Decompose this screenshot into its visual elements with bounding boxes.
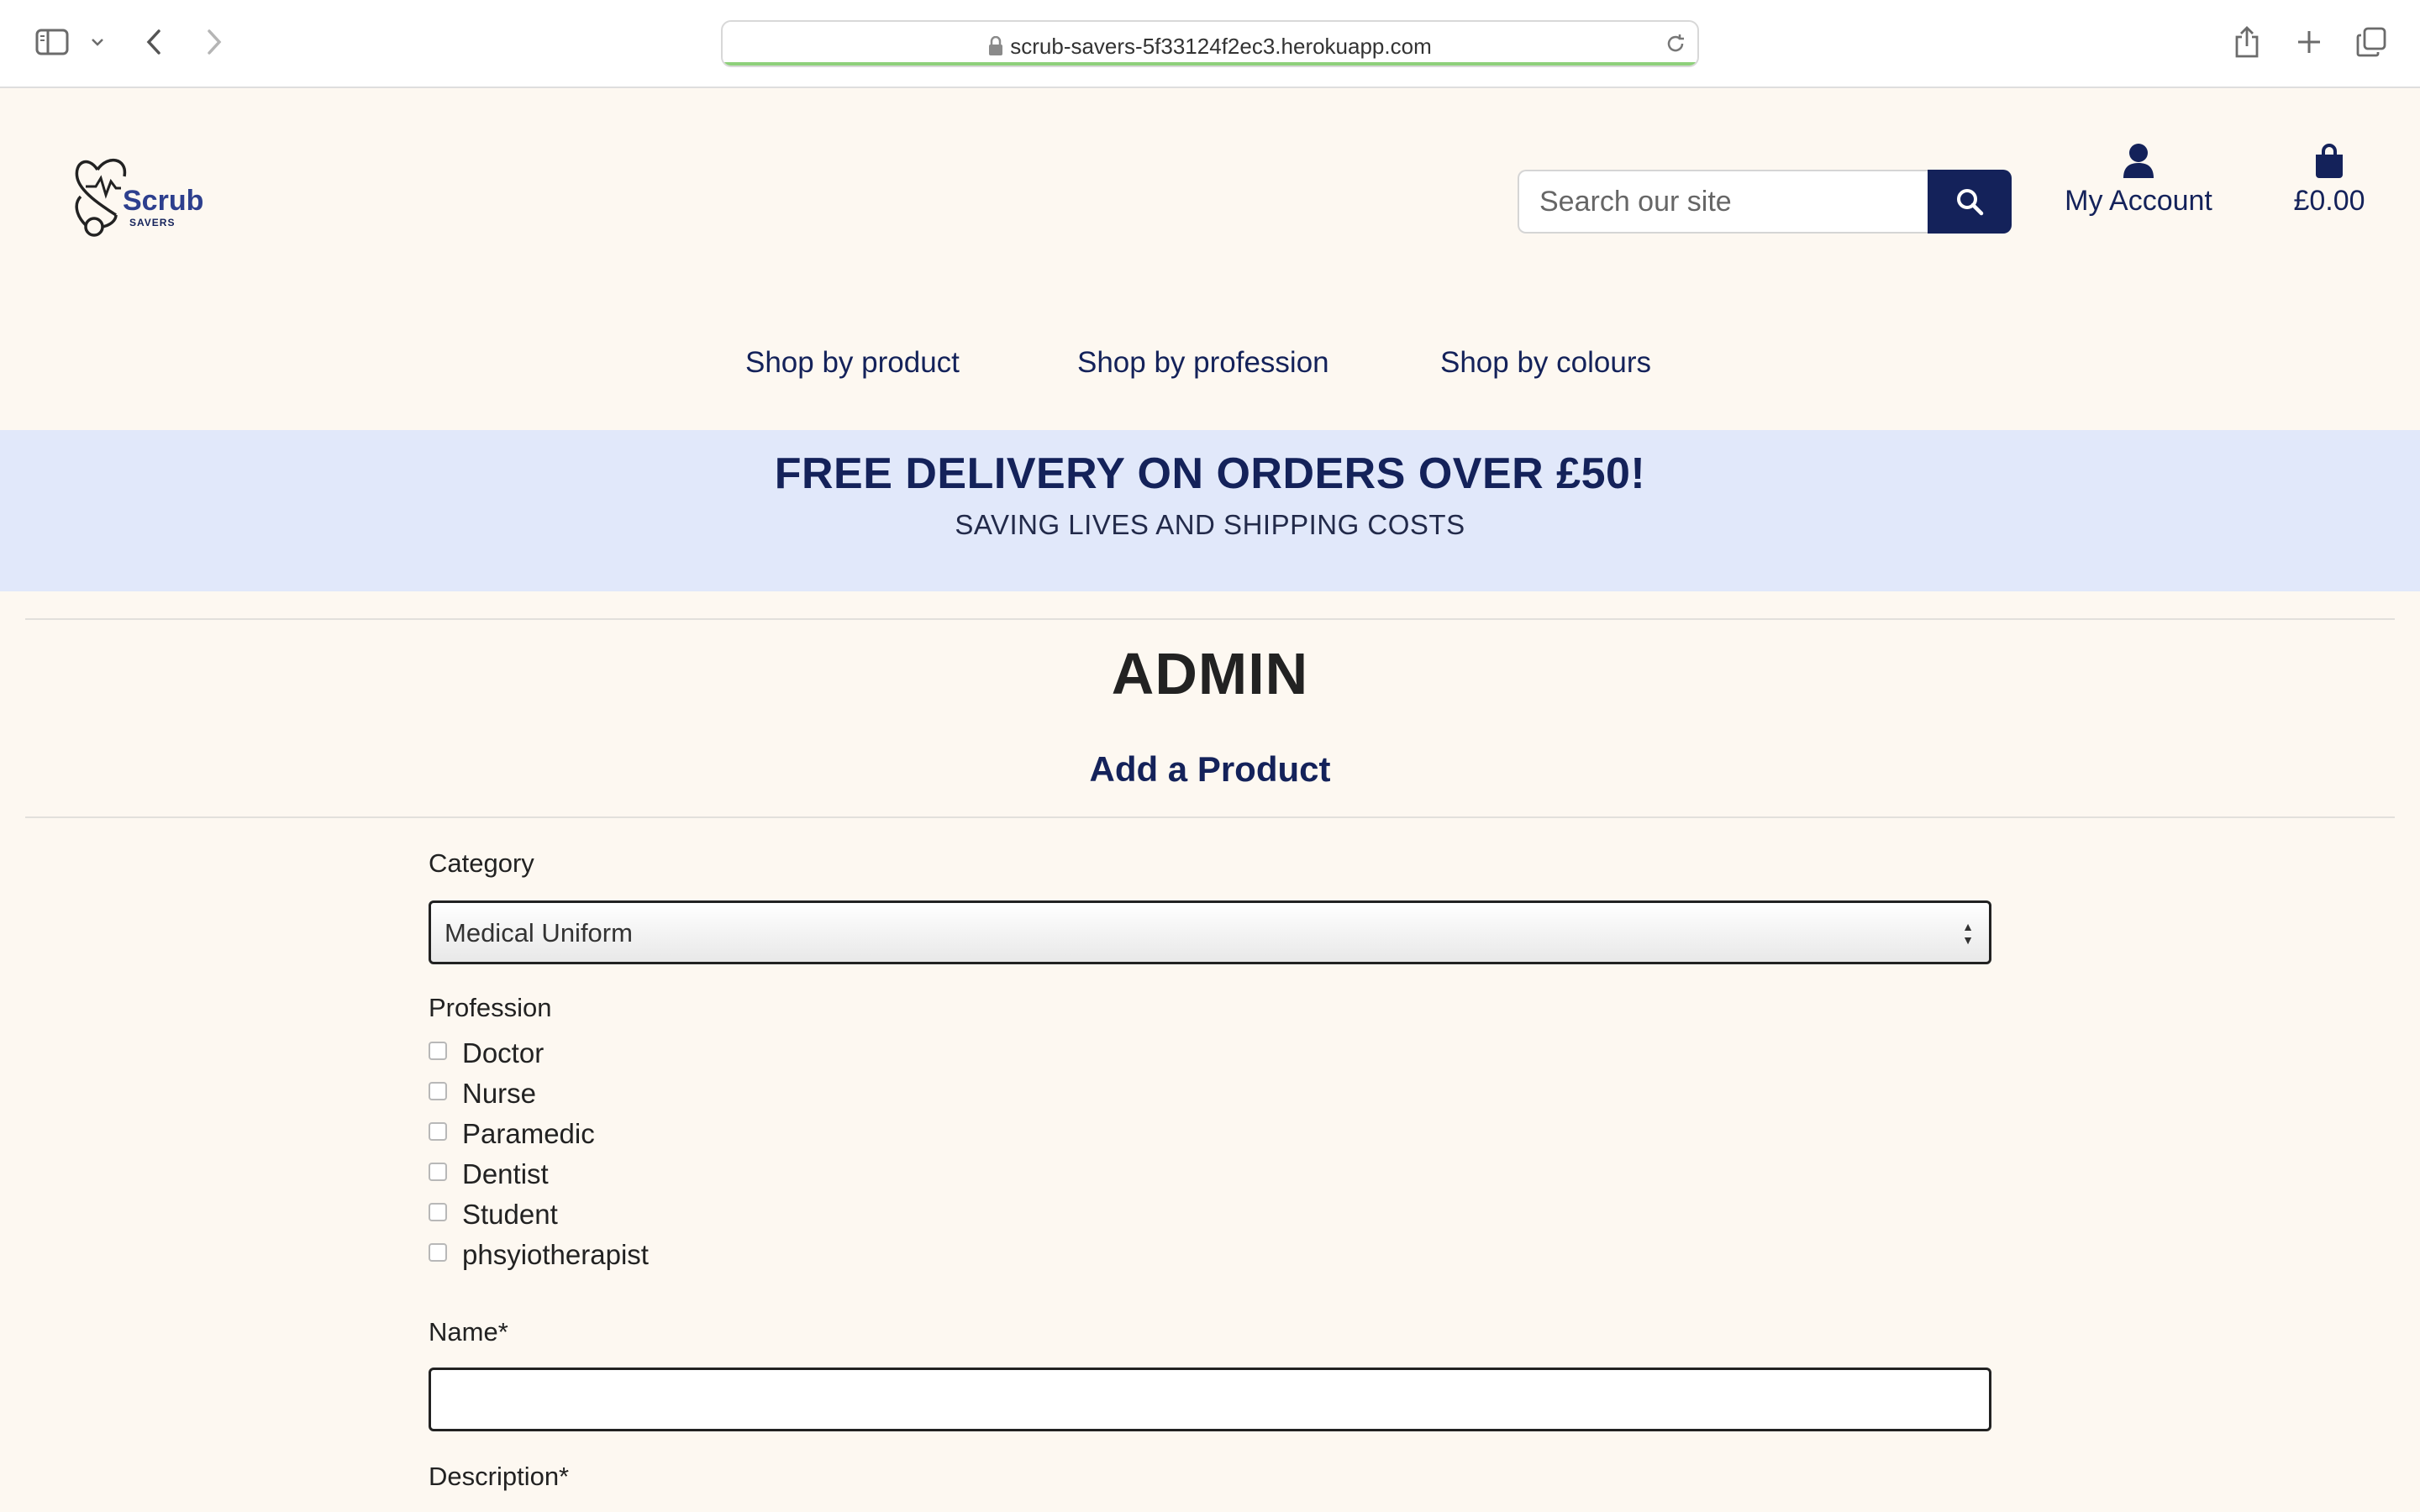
chevron-down-icon[interactable] [87, 32, 108, 52]
logo-tagline: SAVERS [129, 217, 176, 228]
checkbox[interactable] [429, 1082, 447, 1100]
description-label: Description* [429, 1462, 570, 1491]
profession-option-label: Doctor [462, 1037, 544, 1068]
browser-toolbar: scrub-savers-5f33124f2ec3.herokuapp.com [0, 0, 2420, 88]
nav-shop-by-product[interactable]: Shop by product [745, 346, 960, 380]
profession-option-paramedic[interactable]: Paramedic [429, 1116, 595, 1152]
checkbox[interactable] [429, 1042, 447, 1060]
profession-label: Profession [429, 993, 552, 1022]
search-form [1518, 170, 2012, 234]
checkbox[interactable] [429, 1203, 447, 1221]
checkbox[interactable] [429, 1122, 447, 1141]
new-tab-icon[interactable] [2294, 27, 2324, 57]
page-load-progress [723, 62, 1697, 66]
address-bar[interactable]: scrub-savers-5f33124f2ec3.herokuapp.com [721, 20, 1699, 67]
forward-icon[interactable] [202, 25, 227, 59]
name-label: Name* [429, 1317, 508, 1347]
profession-option-label: Nurse [462, 1078, 537, 1109]
tab-overview-icon[interactable] [2354, 25, 2388, 59]
category-label: Category [429, 848, 534, 878]
checkbox[interactable] [429, 1243, 447, 1262]
banner-subline: SAVING LIVES AND SHIPPING COSTS [955, 509, 1465, 540]
my-account-link[interactable]: My Account [2050, 141, 2227, 225]
nav-shop-by-colours[interactable]: Shop by colours [1440, 346, 1651, 380]
sidebar-toggle-icon[interactable] [32, 27, 72, 57]
delivery-banner: FREE DELIVERY ON ORDERS OVER £50! SAVING… [0, 430, 2420, 591]
checkbox[interactable] [429, 1163, 447, 1181]
search-input[interactable] [1518, 170, 1929, 234]
profession-option-physiotherapist[interactable]: phsyiotherapist [429, 1236, 649, 1273]
cart-total: £0.00 [2293, 185, 2365, 217]
divider [25, 618, 2395, 620]
main-nav: Shop by product Shop by profession Shop … [0, 346, 2420, 388]
share-icon[interactable] [2232, 24, 2262, 60]
profession-option-label: Paramedic [462, 1118, 595, 1149]
profession-option-student[interactable]: Student [429, 1196, 558, 1233]
search-icon [1957, 189, 1984, 216]
divider [25, 816, 2395, 818]
category-select[interactable]: Medical Uniform ▲ ▼ [429, 900, 1991, 964]
name-input[interactable] [429, 1368, 1991, 1431]
shopping-bag-icon [2316, 144, 2343, 178]
url-text: scrub-savers-5f33124f2ec3.herokuapp.com [1010, 34, 1432, 59]
banner-headline: FREE DELIVERY ON ORDERS OVER £50! [774, 449, 1646, 498]
logo-wordmark: Scrub [123, 185, 204, 217]
profession-option-label: phsyiotherapist [462, 1239, 649, 1270]
back-icon[interactable] [141, 25, 166, 59]
profession-option-nurse[interactable]: Nurse [429, 1075, 536, 1112]
profession-option-label: Dentist [462, 1158, 549, 1189]
profession-option-label: Student [462, 1199, 558, 1230]
page-title: ADMIN [1111, 641, 1309, 706]
user-icon [2123, 144, 2154, 178]
select-arrows-icon: ▲ ▼ [1962, 920, 1974, 947]
reload-icon[interactable] [1664, 32, 1687, 60]
search-button[interactable] [1928, 170, 2012, 234]
lock-icon [989, 36, 1003, 55]
site-logo[interactable]: Scrub SAVERS [72, 144, 207, 239]
profession-option-dentist[interactable]: Dentist [429, 1156, 549, 1193]
category-selected-value: Medical Uniform [445, 918, 633, 948]
page-subtitle: Add a Product [1089, 749, 1331, 789]
my-account-label: My Account [2065, 185, 2212, 217]
cart-link[interactable]: £0.00 [2279, 141, 2380, 225]
nav-shop-by-profession[interactable]: Shop by profession [1077, 346, 1329, 380]
profession-option-doctor[interactable]: Doctor [429, 1035, 544, 1072]
